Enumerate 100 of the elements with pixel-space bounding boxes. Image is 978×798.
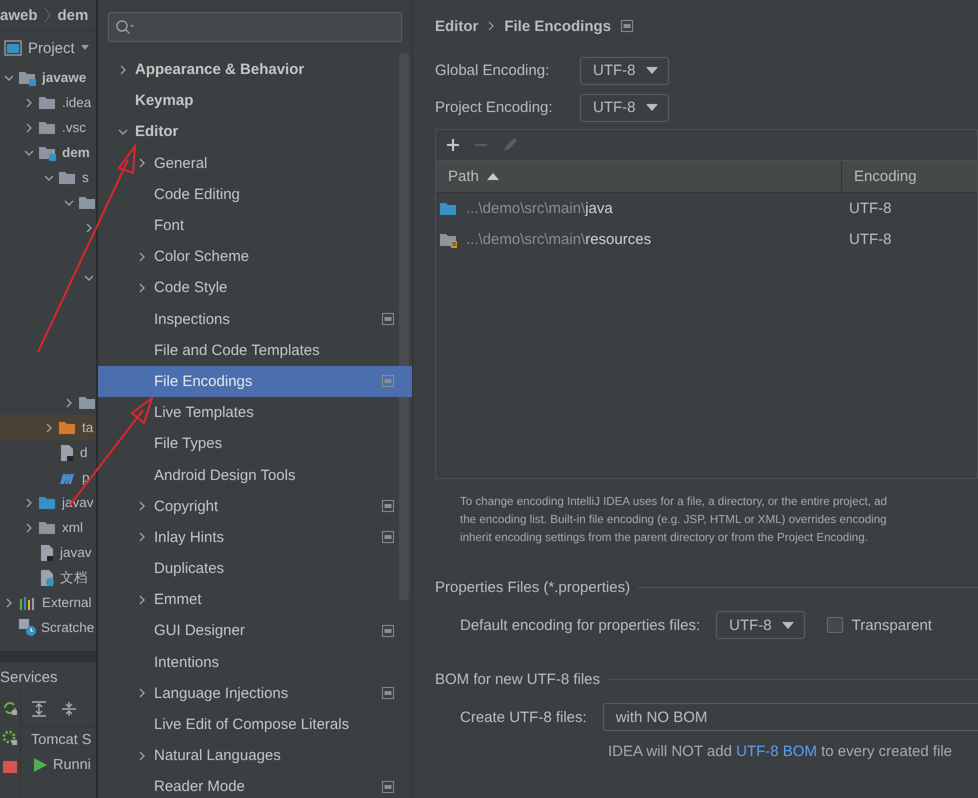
tree-item-label[interactable]: d	[80, 445, 88, 460]
chevron-down-icon[interactable]	[4, 72, 14, 82]
add-icon[interactable]	[446, 138, 460, 152]
chevron-right-icon[interactable]	[137, 750, 147, 761]
tree-item-label[interactable]: javawe	[42, 70, 86, 85]
chevron-right-icon[interactable]	[137, 501, 147, 512]
chevron-right-icon[interactable]	[137, 158, 147, 168]
panel-title[interactable]: Project	[28, 40, 75, 56]
chevron-down-icon[interactable]	[64, 198, 74, 208]
folder-icon	[39, 520, 57, 536]
chevron-right-icon[interactable]	[137, 282, 147, 293]
settings-item[interactable]: Natural Languages	[98, 740, 412, 772]
settings-item[interactable]: GUI Designer	[98, 615, 412, 647]
dropdown-arrow-icon[interactable]	[80, 45, 89, 51]
settings-item[interactable]: Live Templates	[98, 397, 412, 428]
settings-item[interactable]: Emmet	[98, 584, 412, 616]
chevron-down-icon[interactable]	[84, 272, 94, 282]
settings-item[interactable]: Inlay Hints	[98, 522, 412, 553]
collapse-all-icon[interactable]	[61, 701, 77, 717]
encoding-dropdown[interactable]: UTF-8	[580, 94, 668, 122]
tree-item-label[interactable]: s	[82, 170, 89, 185]
settings-item[interactable]: Editor	[98, 116, 412, 148]
chevron-right-icon[interactable]	[4, 598, 14, 608]
settings-item[interactable]: Copyright	[98, 490, 412, 522]
checkbox-label[interactable]: Transparent	[852, 616, 932, 634]
settings-item[interactable]: Appearance & Behavior	[98, 54, 412, 86]
settings-item[interactable]: Code Editing	[98, 178, 412, 210]
project-level-icon	[382, 531, 394, 544]
refresh-icon[interactable]	[2, 700, 18, 716]
expand-all-icon[interactable]	[31, 701, 47, 717]
service-item[interactable]: Runni	[53, 756, 91, 772]
run-icon[interactable]	[33, 758, 47, 772]
chevron-right-icon[interactable]	[137, 532, 147, 542]
chevron-right-icon[interactable]	[24, 122, 34, 132]
chevron-right-icon[interactable]	[64, 398, 74, 408]
tree-item-label[interactable]: .idea	[62, 95, 92, 110]
chevron-down-icon[interactable]	[24, 148, 34, 158]
panel-title[interactable]: Services	[0, 668, 58, 686]
tree-item-label[interactable]: javav	[60, 545, 92, 560]
settings-item[interactable]: Language Injections	[98, 678, 412, 709]
tree-item-label[interactable]: dem	[62, 145, 90, 160]
module-folder-icon	[19, 70, 37, 86]
chevron-right-icon[interactable]	[137, 688, 147, 698]
settings-item[interactable]: Duplicates	[98, 553, 412, 584]
note-text: IDEA will NOT add UTF-8 BOM to every created file	[608, 743, 954, 760]
service-item[interactable]: Tomcat S	[31, 732, 92, 748]
settings-item[interactable]: Live Edit of Compose Literals	[98, 708, 412, 740]
chevron-right-icon[interactable]	[118, 64, 128, 75]
project-level-icon	[382, 780, 394, 793]
encoding-dropdown[interactable]: UTF-8	[580, 56, 668, 84]
chevron-right-icon[interactable]	[24, 498, 34, 508]
separator-icon	[44, 7, 52, 23]
settings-item[interactable]: File Types	[98, 428, 412, 460]
settings-item[interactable]: Keymap	[98, 85, 412, 116]
settings-item[interactable]: Font	[98, 210, 412, 242]
bom-dropdown[interactable]: with NO BOM	[602, 703, 978, 731]
breadcrumb-item[interactable]: aweb	[0, 6, 38, 24]
settings-item[interactable]: Code Style	[98, 272, 412, 304]
chevron-right-icon[interactable]	[137, 594, 147, 605]
field-label: Create UTF-8 files:	[460, 708, 587, 726]
settings-item[interactable]: Color Scheme	[98, 241, 412, 272]
column-header[interactable]: Path	[436, 161, 841, 192]
sort-ascending-icon	[486, 173, 499, 180]
tree-item-label[interactable]: Scratche	[41, 620, 94, 635]
project-level-icon	[382, 313, 394, 326]
project-level-icon	[382, 624, 394, 637]
file-icon	[39, 544, 55, 560]
field-label: Default encoding for properties files:	[460, 616, 700, 634]
field-label: Project Encoding:	[435, 99, 554, 116]
bom-link[interactable]: UTF-8 BOM	[736, 743, 817, 760]
chevron-right-icon[interactable]	[44, 422, 54, 432]
folder-icon	[79, 394, 96, 410]
path-text: ...\demo\src\main\java	[466, 200, 613, 217]
tree-item-label[interactable]: 文档	[60, 568, 88, 586]
tree-item-label[interactable]: External	[42, 595, 92, 610]
scrollbar[interactable]	[399, 53, 409, 600]
tree-item-label[interactable]: .vsc	[62, 120, 86, 135]
chevron-right-icon[interactable]	[137, 252, 147, 262]
search-field[interactable]	[108, 12, 402, 42]
breadcrumb-item[interactable]: Editor	[435, 18, 478, 34]
chevron-right-icon[interactable]	[84, 222, 94, 232]
checkbox[interactable]	[826, 617, 843, 633]
chevron-down-icon[interactable]	[118, 126, 128, 137]
settings-item[interactable]: File and Code Templates	[98, 334, 412, 366]
settings-item[interactable]: Intentions	[98, 646, 412, 678]
project-level-icon	[382, 500, 394, 512]
settings-item[interactable]: Reader Mode	[98, 771, 412, 798]
chevron-down-icon[interactable]	[44, 172, 54, 182]
chevron-right-icon[interactable]	[24, 522, 34, 532]
stop-icon[interactable]	[2, 760, 18, 774]
encoding-dropdown[interactable]: UTF-8	[716, 611, 805, 639]
column-header[interactable]: Encoding	[841, 161, 977, 192]
settings-item[interactable]: General	[98, 148, 412, 179]
settings-item[interactable]: File Encodings	[98, 366, 412, 398]
breadcrumb-item[interactable]: dem	[58, 6, 88, 24]
tree-item-label[interactable]: ta	[82, 420, 94, 435]
settings-item[interactable]: Inspections	[98, 304, 412, 335]
tree-item-label[interactable]: xml	[62, 520, 83, 535]
settings-item[interactable]: Android Design Tools	[98, 459, 412, 491]
chevron-right-icon[interactable]	[24, 98, 34, 108]
